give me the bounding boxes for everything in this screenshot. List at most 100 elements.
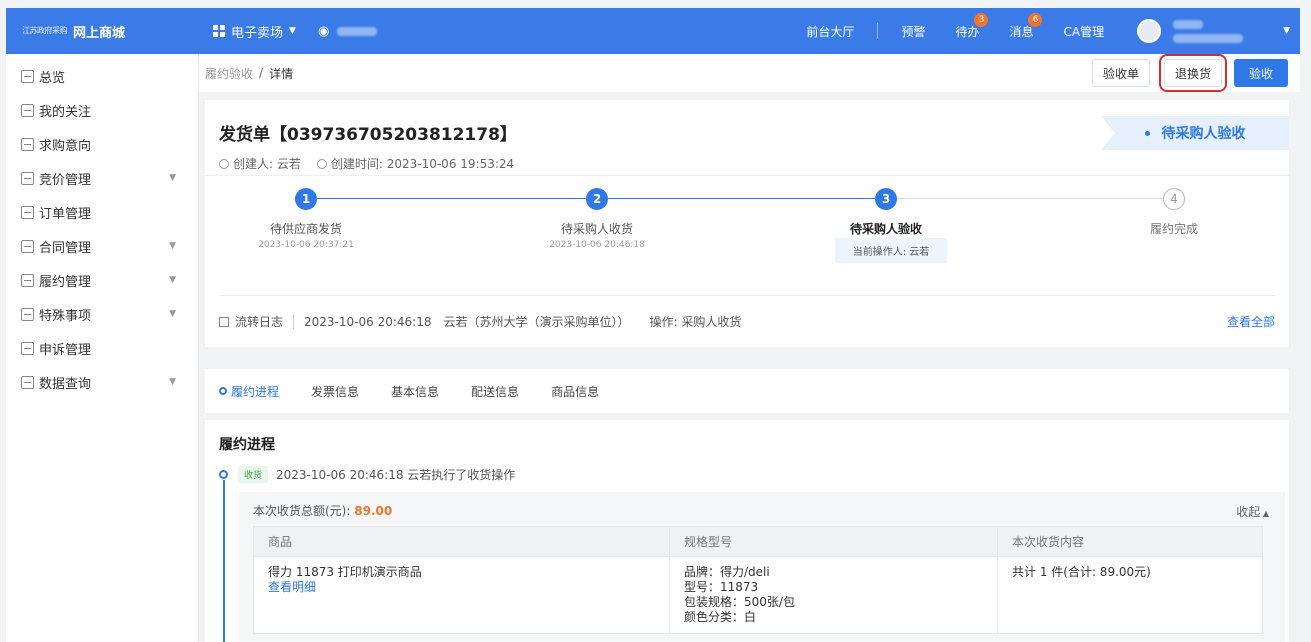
flow-log: 流转日志 2023-10-06 20:46:18 云若（苏州大学（演示采购单位）…	[219, 295, 1275, 347]
sidebar-item-fulfillment[interactable]: 履约管理 ▼	[6, 263, 198, 297]
status-dot-icon	[1144, 130, 1150, 136]
location-pin-icon: ◉	[317, 23, 330, 39]
nav-link-messages[interactable]: 消息 6	[994, 12, 1048, 40]
logo-seal: 江苏政府采购	[22, 26, 68, 35]
step-number: 4	[1163, 188, 1185, 210]
timeline-event: 2023-10-06 20:46:18 云若执行了收货操作	[276, 468, 516, 482]
todo-badge: 3	[974, 12, 989, 27]
log-label: 流转日志	[235, 315, 284, 329]
step-label: 待采购人收货	[560, 222, 633, 236]
step-label: 待供应商发货	[269, 222, 342, 236]
sidebar-item-label: 数据查询	[39, 376, 92, 392]
divider	[293, 314, 295, 329]
log-icon	[219, 316, 229, 327]
collapse-toggle[interactable]: 收起 ▲	[1236, 503, 1269, 520]
timeline-dot-icon	[219, 470, 228, 479]
step-3: 3 待采购人验收	[776, 188, 996, 237]
tab-progress[interactable]: 履约进程	[219, 383, 279, 400]
step-4: 4 履约完成	[1064, 188, 1284, 237]
timeline-entry: 收货 2023-10-06 20:46:18 云若执行了收货操作	[219, 466, 1289, 483]
divider	[877, 23, 879, 39]
sidebar-item-bidding[interactable]: 竞价管理 ▼	[6, 161, 198, 195]
sidebar-item-label: 竞价管理	[39, 172, 92, 188]
location-pin-icon	[219, 387, 227, 395]
inspection-sheet-button[interactable]: 验收单	[1091, 59, 1150, 87]
chevron-down-icon: ▼	[169, 241, 176, 251]
messages-badge: 6	[1028, 12, 1043, 27]
accept-button[interactable]: 验收	[1233, 59, 1288, 87]
avatar[interactable]	[1137, 19, 1162, 43]
nav-link-todo[interactable]: 待办 3	[940, 12, 994, 40]
product-name: 得力 11873 打印机演示商品	[268, 565, 422, 579]
sidebar-item-label: 特殊事项	[39, 308, 92, 324]
progress-section: 履约进程 收货 2023-10-06 20:46:18 云若执行了收货操作 本次…	[205, 420, 1289, 642]
spec-color: 颜色分类：白	[684, 610, 757, 624]
nav-link-front-hall[interactable]: 前台大厅	[791, 23, 869, 40]
breadcrumb-separator: /	[259, 66, 264, 80]
tab-invoice[interactable]: 发票信息	[311, 383, 359, 400]
caret-down-icon: ▼	[289, 26, 296, 36]
sidebar-item-special[interactable]: 特殊事项 ▼	[6, 297, 198, 331]
tab-delivery[interactable]: 配送信息	[471, 383, 519, 400]
tab-label: 履约进程	[231, 384, 280, 399]
return-exchange-button[interactable]: 退换货	[1158, 54, 1227, 92]
view-all-link[interactable]: 查看全部	[1227, 313, 1275, 330]
table-row: 得力 11873 打印机演示商品 查看明细 品牌：得力/deli 型号：1187…	[253, 556, 1263, 634]
nav-link-warning[interactable]: 预警	[886, 23, 940, 40]
bidding-icon	[21, 171, 34, 185]
receipt-panel: 本次收货总额(元): 89.00 收起 ▲ 商品 规格型号 本次收货内容 得力 …	[239, 492, 1285, 642]
contracts-icon	[21, 239, 34, 253]
location-redacted	[337, 26, 378, 36]
column-header: 本次收货内容	[997, 526, 1263, 557]
location-selector[interactable]: ◉	[317, 23, 378, 39]
messages-label: 消息	[1009, 24, 1034, 39]
user-icon	[219, 158, 229, 169]
sidebar-item-data-query[interactable]: 数据查询 ▼	[6, 365, 198, 399]
status-tag: 收货	[238, 466, 269, 483]
overview-icon	[21, 69, 34, 83]
logo[interactable]: 江苏政府采购 网上商城	[6, 8, 199, 54]
chevron-down-icon: ▼	[169, 275, 176, 285]
receipt-total-value: 89.00	[354, 504, 393, 518]
log-actor: 云若（苏州大学（演示采购单位））	[443, 315, 630, 329]
caret-up-icon: ▲	[1260, 509, 1269, 518]
sidebar-item-contracts[interactable]: 合同管理 ▼	[6, 229, 198, 263]
appeals-icon	[21, 341, 34, 355]
column-header: 规格型号	[669, 526, 998, 557]
breadcrumb-current: 详情	[269, 66, 294, 81]
data-query-icon	[21, 375, 34, 389]
user-info-redacted[interactable]	[1173, 19, 1244, 43]
tab-products[interactable]: 商品信息	[551, 383, 599, 400]
view-detail-link[interactable]: 查看明细	[268, 580, 655, 595]
sidebar-item-overview[interactable]: 总览	[6, 59, 198, 93]
nav-link-ca[interactable]: CA管理	[1048, 23, 1119, 40]
todo-label: 待办	[955, 24, 980, 39]
user-menu-caret-icon[interactable]: ▼	[1283, 26, 1290, 36]
breadcrumb: 履约验收 / 详情 验收单 退换货 验收	[199, 54, 1300, 92]
sidebar-item-orders[interactable]: 订单管理	[6, 195, 198, 229]
shipment-card: 发货单【039736705203812178】 创建人: 云若 创建时间: 20…	[205, 100, 1289, 347]
market-switcher[interactable]: 电子卖场 ▼	[213, 22, 296, 41]
sidebar-item-appeals[interactable]: 申诉管理	[6, 331, 198, 365]
sidebar-item-label: 申诉管理	[39, 342, 92, 358]
clock-icon	[316, 158, 327, 169]
spec-model: 型号：11873	[684, 580, 759, 594]
spec-brand: 品牌：得力/deli	[684, 565, 770, 579]
sidebar-item-label: 我的关注	[39, 104, 92, 120]
sidebar-item-label: 履约管理	[39, 274, 92, 290]
status-text: 待采购人验收	[1161, 126, 1246, 142]
sidebar-item-purchase-intent[interactable]: 求购意向	[6, 127, 198, 161]
creator-text: 创建人: 云若	[233, 157, 301, 171]
step-number: 1	[295, 188, 317, 210]
sidebar: 总览 我的关注 求购意向 竞价管理 ▼ 订单管理 合同管理 ▼ 履约管理 ▼ 特殊事项…	[6, 54, 199, 642]
breadcrumb-root[interactable]: 履约验收	[205, 65, 253, 82]
tab-basic-info[interactable]: 基本信息	[391, 383, 439, 400]
fulfillment-icon	[21, 273, 34, 287]
top-navbar: 江苏政府采购 网上商城 电子卖场 ▼ ◉ 前台大厅 预警 待办 3 消息 6 C…	[6, 8, 1300, 54]
progress-steps: 1 待供应商发货 2023-10-06 20:37:21 2 待采购人收货 20…	[205, 175, 1289, 295]
current-operator-tooltip: 当前操作人: 云若	[835, 232, 947, 263]
orders-icon	[21, 205, 34, 219]
sidebar-item-follow[interactable]: 我的关注	[6, 93, 198, 127]
sidebar-item-label: 总览	[39, 70, 66, 86]
sidebar-item-label: 订单管理	[39, 206, 92, 222]
